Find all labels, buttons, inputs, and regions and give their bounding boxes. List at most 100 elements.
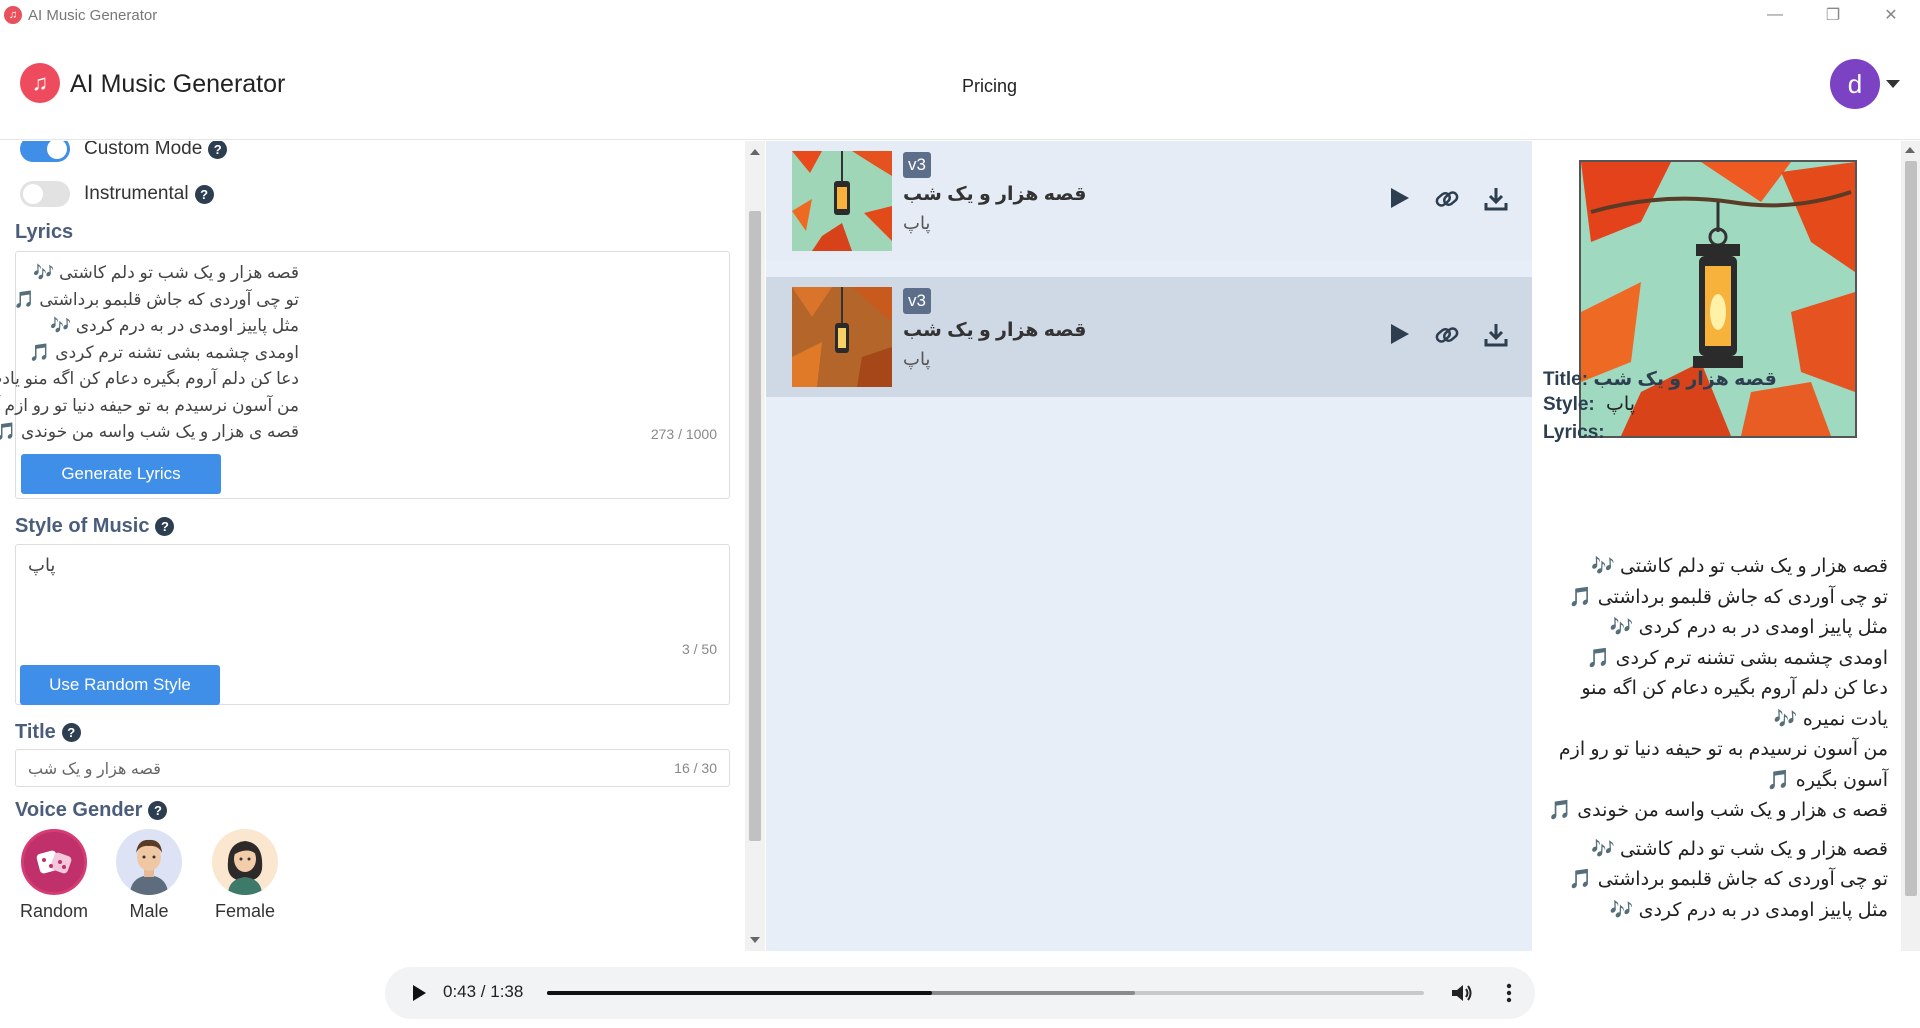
- style-textarea[interactable]: پاپ 3 / 50 Use Random Style: [15, 544, 730, 705]
- voice-male-label: Male: [129, 901, 169, 921]
- lyrics-text: قصه هزار و یک شب تو دلم کاشتی 🎶 تو چی آور…: [0, 260, 299, 446]
- audio-player: 0:43 / 1:38: [385, 967, 1535, 1019]
- more-options-icon[interactable]: [1497, 981, 1521, 1005]
- lyrics-label: Lyrics: [15, 221, 74, 243]
- close-window-button[interactable]: ✕: [1862, 0, 1920, 30]
- lyrics-textarea[interactable]: قصه هزار و یک شب تو دلم کاشتی 🎶 تو چی آور…: [0, 251, 730, 499]
- title-value: قصه هزار و یک شب: [28, 761, 161, 778]
- song-title[interactable]: قصه هزار و یک شب: [903, 183, 1086, 206]
- style-value: پاپ: [28, 555, 56, 575]
- help-icon[interactable]: ?: [194, 184, 214, 204]
- detail-lyrics-line: مثل پاییز اومدی در به درم کردی 🎶: [1609, 617, 1888, 638]
- scroll-up-icon[interactable]: [750, 149, 760, 155]
- voice-option-random[interactable]: Random: [20, 829, 88, 922]
- detail-lyrics-line: مثل پاییز اومدی در به درم کردی 🎶: [1609, 899, 1888, 921]
- play-icon[interactable]: [1386, 321, 1412, 347]
- lyrics-line: دعا کن دلم آروم بگیره دعام کن اگه منو یا…: [0, 369, 299, 388]
- detail-title: Title: قصه هزار و یک شب: [1543, 368, 1777, 391]
- left-scrollbar[interactable]: [745, 141, 765, 951]
- dice-icon: [21, 829, 88, 895]
- voice-option-female[interactable]: Female: [212, 829, 278, 922]
- lyrics-line: تو چی آوردی که جاش قلبمو برداشتی 🎵: [13, 289, 299, 309]
- custom-mode-row: Custom Mode ?: [20, 141, 228, 162]
- song-item[interactable]: v3 قصه هزار و یک شب پاپ: [766, 141, 1532, 261]
- scroll-down-icon[interactable]: [750, 937, 760, 943]
- detail-style: Style: پاپ: [1543, 393, 1635, 416]
- detail-lyrics-line: من آسون نرسیدم به تو حیفه دنیا تو رو ازم…: [1558, 739, 1888, 791]
- left-scrollbar-thumb[interactable]: [749, 211, 761, 841]
- version-badge: v3: [903, 288, 931, 314]
- play-icon[interactable]: [413, 985, 426, 1001]
- download-icon[interactable]: [1482, 321, 1510, 349]
- volume-icon[interactable]: [1450, 981, 1474, 1005]
- pricing-link[interactable]: Pricing: [962, 76, 1017, 97]
- custom-mode-label: Custom Mode: [84, 141, 203, 159]
- right-scrollbar[interactable]: [1901, 141, 1920, 951]
- detail-lyrics-line: قصه ی هزار و یک شب واسه من خوندی 🎵: [1548, 800, 1888, 821]
- detail-style-label: Style:: [1543, 394, 1595, 415]
- download-icon[interactable]: [1482, 185, 1510, 213]
- window-titlebar: ♫ AI Music Generator — ❐ ✕: [0, 0, 1920, 30]
- song-cover-image: [792, 287, 892, 387]
- detail-style-value: پاپ: [1606, 394, 1635, 415]
- create-form-panel: Custom Mode ? Instrumental ? Lyrics قصه …: [0, 141, 745, 951]
- music-note-logo-icon[interactable]: ♫: [20, 63, 60, 103]
- caret-down-icon[interactable]: [1886, 80, 1900, 88]
- detail-lyrics-line: قصه هزار و یک شب تو دلم کاشتی 🎶: [1591, 556, 1888, 577]
- lyrics-line: مثل پاییز اومدی در به درم کردی 🎶: [49, 316, 299, 335]
- detail-lyrics-line: تو چی آوردی که جاش قلبمو برداشتی 🎵: [1568, 869, 1888, 890]
- user-avatar[interactable]: d: [1830, 59, 1880, 109]
- instrumental-label: Instrumental: [84, 183, 189, 204]
- voice-random-label: Random: [20, 901, 89, 921]
- title-label: Title ?: [15, 721, 81, 744]
- detail-lyrics-line: اومدی چشمه بشی تشنه ترم کردی 🎵: [1586, 647, 1888, 669]
- link-icon[interactable]: [1433, 321, 1461, 349]
- detail-lyrics: قصه هزار و یک شب تو دلم کاشتی 🎶 تو چی آور…: [1543, 552, 1888, 926]
- title-input[interactable]: قصه هزار و یک شب 16 / 30: [15, 749, 730, 787]
- app-icon: ♫: [4, 6, 22, 24]
- player-time: 0:43 / 1:38: [443, 982, 524, 1001]
- random-style-button[interactable]: Use Random Style: [20, 665, 220, 705]
- style-of-music-label: Style of Music ?: [15, 515, 175, 538]
- app-header: ♫ AI Music Generator Pricing d: [0, 30, 1920, 140]
- detail-lyrics-line: [1543, 827, 1888, 835]
- lyrics-line: قصه هزار و یک شب تو دلم کاشتی 🎶: [33, 263, 299, 282]
- help-icon[interactable]: ?: [61, 723, 81, 742]
- instrumental-toggle[interactable]: [20, 181, 70, 207]
- window-title: AI Music Generator: [28, 6, 158, 24]
- title-counter: 16 / 30: [674, 760, 717, 776]
- help-icon[interactable]: ?: [155, 517, 175, 536]
- version-badge: v3: [903, 152, 931, 178]
- generate-lyrics-button[interactable]: Generate Lyrics: [21, 454, 221, 494]
- song-title[interactable]: قصه هزار و یک شب: [903, 319, 1086, 342]
- seek-bar[interactable]: [547, 991, 1424, 995]
- custom-mode-toggle[interactable]: [20, 141, 70, 162]
- detail-title-label: Title:: [1543, 369, 1589, 390]
- instrumental-row: Instrumental ?: [20, 181, 214, 207]
- voice-female-label: Female: [214, 901, 276, 921]
- song-list: v3 قصه هزار و یک شب پاپ v3 قصه هزار و یک…: [766, 141, 1532, 951]
- lyrics-line: من آسون نرسیدم به تو حیفه دنیا تو رو ازم…: [0, 395, 299, 415]
- scroll-up-icon[interactable]: [1905, 147, 1915, 153]
- minimize-button[interactable]: —: [1746, 0, 1804, 30]
- song-detail-panel: Title: قصه هزار و یک شب Style: پاپ Lyric…: [1533, 141, 1901, 951]
- song-style: پاپ: [903, 349, 931, 369]
- voice-option-male[interactable]: Male: [116, 829, 182, 922]
- right-scrollbar-thumb[interactable]: [1905, 161, 1917, 896]
- lyrics-line: اومدی چشمه بشی تشنه ترم کردی 🎵: [29, 342, 299, 362]
- link-icon[interactable]: [1433, 185, 1461, 213]
- help-icon[interactable]: ?: [148, 801, 168, 820]
- detail-lyrics-label: Lyrics:: [1543, 422, 1605, 443]
- song-style: پاپ: [903, 213, 931, 233]
- detail-title-value: قصه هزار و یک شب: [1593, 369, 1777, 390]
- brand-name[interactable]: AI Music Generator: [70, 70, 285, 99]
- style-counter: 3 / 50: [681, 641, 717, 657]
- female-avatar-icon: [212, 829, 278, 895]
- played-bar: [547, 991, 932, 995]
- lyrics-counter: 273 / 1000: [650, 426, 717, 442]
- play-icon[interactable]: [1386, 185, 1412, 211]
- song-item[interactable]: v3 قصه هزار و یک شب پاپ: [766, 277, 1532, 397]
- help-icon[interactable]: ?: [208, 141, 228, 159]
- detail-lyrics-line: تو چی آوردی که جاش قلبمو برداشتی 🎵: [1568, 586, 1888, 608]
- restore-button[interactable]: ❐: [1804, 0, 1862, 30]
